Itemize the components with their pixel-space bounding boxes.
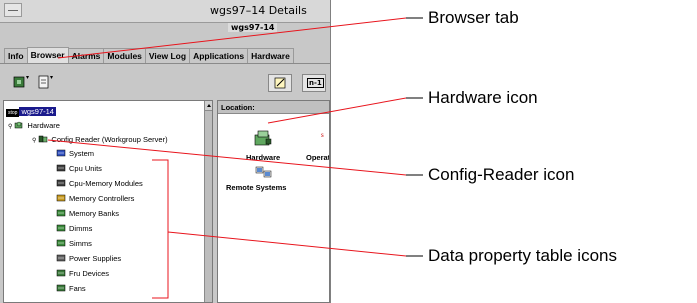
tree-item-simms[interactable]: Simms [56, 238, 92, 249]
expand-knob-icon[interactable]: ⚲ [8, 122, 12, 133]
details-window: wgs97–14 Details wgs97-14 Info Browser A… [0, 0, 331, 303]
hardware-icon-label: Hardware [246, 153, 281, 162]
expand-knob-icon[interactable]: ⚲ [32, 136, 36, 147]
simms-icon [56, 239, 66, 247]
tab-browser[interactable]: Browser [26, 47, 69, 64]
scroll-up-arrow[interactable] [205, 101, 212, 111]
tab-view-log[interactable]: View Log [144, 48, 191, 64]
n-minus-one-button[interactable]: n-1 [302, 74, 326, 92]
tree-item-label: Fru Devices [69, 269, 110, 278]
tree-pane: stop wgs97-14 ⚲ Hardware ⚲ Config Reader (W… [3, 100, 213, 303]
data-property-table-icons-callout: Data property table icons [428, 246, 617, 265]
tree-item-label: System [69, 149, 95, 158]
memory-banks-icon [56, 209, 66, 217]
host-label: wgs97-14 [228, 23, 278, 32]
fans-icon [56, 284, 66, 292]
tab-info[interactable]: Info [4, 48, 28, 64]
tab-modules[interactable]: Modules [103, 48, 146, 64]
tree-item-label: Memory Banks [69, 209, 120, 218]
tab-hardware[interactable]: Hardware [247, 48, 294, 64]
hardware-tree-icon [14, 121, 24, 129]
tree-item-fans[interactable]: Fans [56, 283, 86, 294]
memory-controllers-icon [56, 194, 66, 202]
remote-systems-icon[interactable] [255, 165, 273, 181]
tree-item-label: Dimms [69, 224, 93, 233]
tree-item-label: Simms [69, 239, 92, 248]
cpu-units-icon [56, 164, 66, 172]
tree-hardware-label: Hardware [27, 121, 60, 130]
browser-tab-callout: Browser tab [428, 8, 519, 27]
tree-scrollbar[interactable] [204, 101, 212, 302]
window-title: wgs97–14 Details [210, 4, 307, 17]
tree-config-reader-node[interactable]: ⚲ Config Reader (Workgroup Server) [32, 134, 168, 145]
tree-item-memory-controllers[interactable]: Memory Controllers [56, 193, 134, 204]
operating-system-icon-label: Operat [306, 153, 330, 162]
dimms-icon [56, 224, 66, 232]
remote-systems-icon-label: Remote Systems [226, 183, 287, 192]
tab-bar: Info Browser Alarms Modules View Log App… [4, 47, 294, 64]
edit-button[interactable] [268, 74, 292, 92]
power-supplies-icon [56, 254, 66, 262]
hardware-icon[interactable] [252, 129, 274, 149]
config-reader-icon [38, 135, 48, 143]
display-options-icon[interactable] [12, 73, 32, 91]
tree-item-dimms[interactable]: Dimms [56, 223, 92, 234]
system-icon [56, 149, 66, 157]
document-icon[interactable] [36, 73, 56, 91]
location-bar: Location: [218, 101, 329, 114]
tab-applications[interactable]: Applications [189, 48, 249, 64]
tree-item-label: Cpu-Memory Modules [69, 179, 143, 188]
tree-item-label: Cpu Units [69, 164, 102, 173]
tree-item-cpu-memory-modules[interactable]: Cpu-Memory Modules [56, 178, 143, 189]
fru-devices-icon [56, 269, 66, 277]
title-bar: wgs97–14 Details [0, 0, 330, 23]
tree-config-reader-label: Config Reader (Workgroup Server) [51, 135, 168, 144]
operating-system-icon[interactable]: s [321, 131, 324, 139]
tree-item-label: Power Supplies [69, 254, 122, 263]
content-pane: Location: Hardware Operat s Remote Syste… [217, 100, 330, 303]
tree-item-power-supplies[interactable]: Power Supplies [56, 253, 121, 264]
tree-root-label: wgs97-14 [19, 107, 56, 116]
tree-item-cpu-units[interactable]: Cpu Units [56, 163, 102, 174]
hardware-icon-callout: Hardware icon [428, 88, 538, 107]
tree-hardware-node[interactable]: ⚲ Hardware [8, 120, 60, 131]
stop-badge: stop [6, 109, 20, 117]
tree-item-system[interactable]: System [56, 148, 94, 159]
tab-divider [0, 63, 330, 64]
cpu-memory-modules-icon [56, 179, 66, 187]
tree-root-node[interactable]: stop wgs97-14 [6, 106, 56, 117]
tree-item-fru-devices[interactable]: Fru Devices [56, 268, 109, 279]
tree-item-memory-banks[interactable]: Memory Banks [56, 208, 119, 219]
config-reader-icon-callout: Config-Reader icon [428, 165, 575, 184]
tab-alarms[interactable]: Alarms [67, 48, 105, 64]
tree-item-label: Fans [69, 284, 86, 293]
tree-item-label: Memory Controllers [69, 194, 135, 203]
window-menu-button[interactable] [4, 3, 22, 17]
